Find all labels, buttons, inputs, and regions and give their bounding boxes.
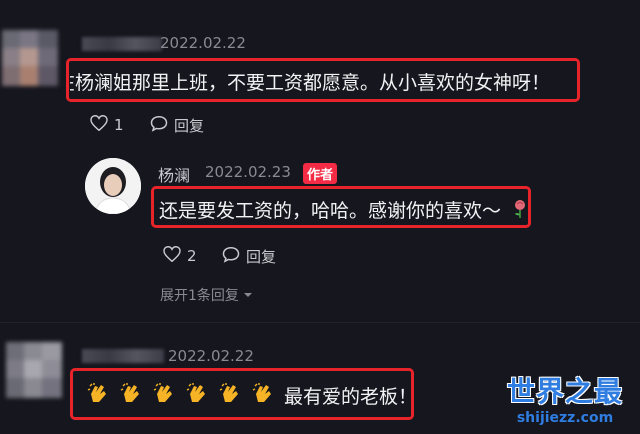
clap-emoji-icon <box>218 382 240 409</box>
commenter-avatar-blurred[interactable] <box>2 30 58 86</box>
like-button[interactable]: 2 <box>163 245 197 266</box>
reply-button[interactable]: 回复 <box>222 246 276 267</box>
watermark-url: shijiezz.com <box>516 410 614 426</box>
comment-text: 最有爱的老板！ <box>86 382 417 409</box>
chat-bubble-icon <box>222 246 240 267</box>
author-portrait-icon <box>85 158 141 214</box>
heart-icon <box>163 245 181 266</box>
reply-button[interactable]: 回复 <box>150 115 204 136</box>
author-avatar[interactable] <box>85 158 141 214</box>
author-badge: 作者 <box>303 163 338 184</box>
comment-text-content: 最有爱的老板！ <box>284 386 418 408</box>
reply-label: 回复 <box>246 248 277 266</box>
clap-emoji-icon <box>152 382 174 409</box>
clap-emoji-icon <box>86 382 108 409</box>
caret-down-icon <box>243 287 253 303</box>
chat-bubble-icon <box>150 115 168 136</box>
commenter-avatar-blurred[interactable] <box>6 342 62 398</box>
reply-label: 回复 <box>174 117 205 135</box>
comment-text: 在杨澜姐那里上班，不要工资都愿意。从小喜欢的女神呀！ <box>70 72 551 94</box>
clap-emoji-icon <box>251 382 273 409</box>
watermark: 世界之最 shijiezz.com <box>500 370 630 426</box>
clap-emoji-icon <box>185 382 207 409</box>
heart-icon <box>90 114 108 135</box>
commenter-name-blurred[interactable] <box>82 37 162 51</box>
comment-date: 2022.02.22 <box>168 347 254 365</box>
like-count: 1 <box>114 116 124 134</box>
reply-text-content: 还是要发工资的，哈哈。感谢你的喜欢～ <box>159 200 502 222</box>
expand-replies-button[interactable]: 展开1条回复 <box>160 285 253 305</box>
commenter-name-blurred[interactable] <box>82 349 164 363</box>
like-button[interactable]: 1 <box>90 114 124 135</box>
watermark-title: 世界之最 <box>506 375 623 408</box>
comment-date: 2022.02.22 <box>160 34 246 52</box>
author-username[interactable]: 杨澜 <box>158 162 190 186</box>
reply-text: 还是要发工资的，哈哈。感谢你的喜欢～ <box>159 196 529 224</box>
like-count: 2 <box>187 247 197 265</box>
divider <box>0 322 640 323</box>
clap-emoji-icon <box>119 382 141 409</box>
reply-date: 2022.02.23 <box>205 163 291 181</box>
rose-emoji-icon <box>511 199 529 224</box>
expand-label: 展开1条回复 <box>160 288 239 304</box>
